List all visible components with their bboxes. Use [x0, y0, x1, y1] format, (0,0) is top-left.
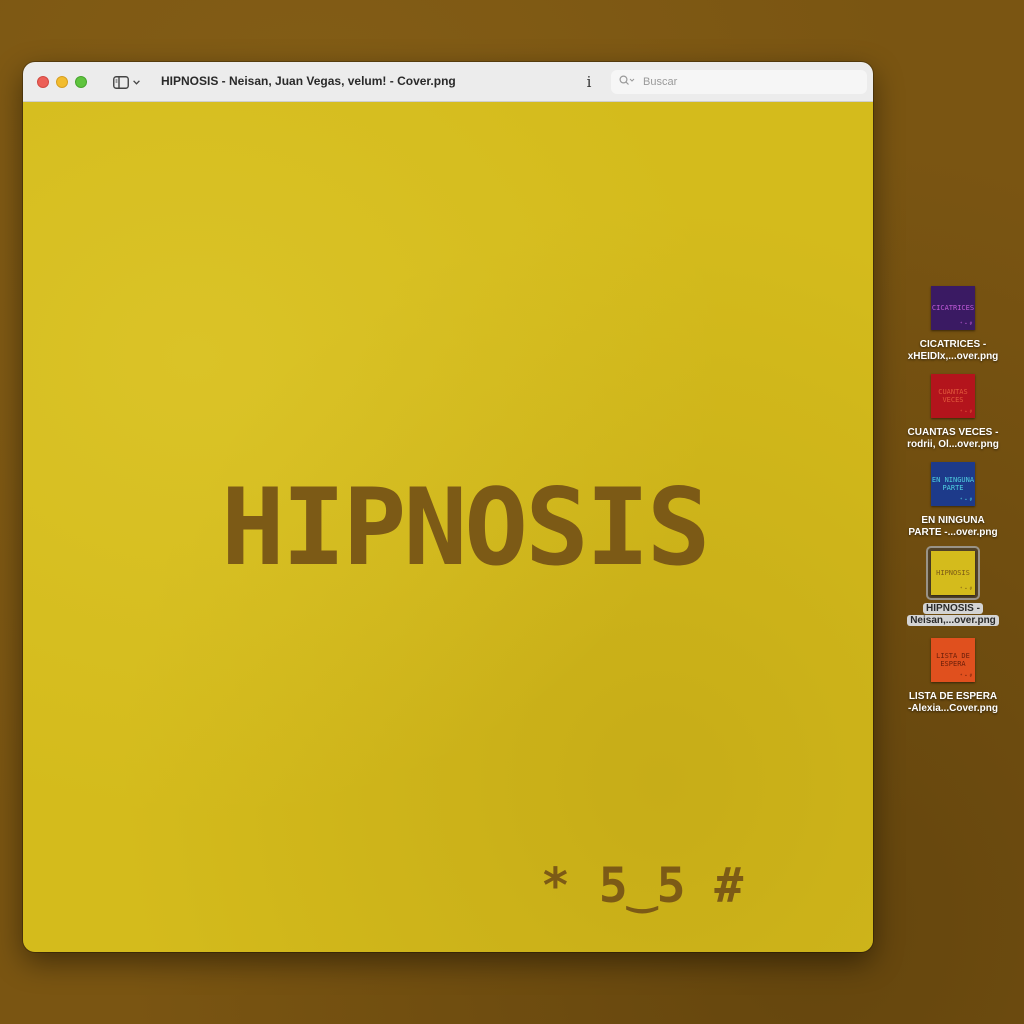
- info-icon[interactable]: i: [579, 72, 599, 92]
- desktop-file[interactable]: EN NINGUNA PARTE * • # EN NINGUNA PARTE -..…: [898, 462, 1008, 539]
- file-thumbnail: EN NINGUNA PARTE * • #: [931, 462, 975, 506]
- file-name-line: CUANTAS VECES -: [907, 427, 999, 438]
- file-name-line: rodrii, Ol...over.png: [907, 439, 999, 450]
- file-name-line: LISTA DE ESPERA: [908, 691, 998, 702]
- zoom-button[interactable]: [75, 76, 87, 88]
- search-icon: [611, 73, 635, 91]
- file-name-line: xHEIDIx,...over.png: [907, 351, 999, 362]
- file-name-line: Neisan,...over.png: [907, 615, 999, 626]
- file-name-line: HIPNOSIS -: [923, 603, 983, 614]
- desktop-file[interactable]: CICATRICES * • # CICATRICES - xHEIDIx,...ov…: [898, 286, 1008, 363]
- cover-mark: * 5‿5 #: [541, 858, 744, 914]
- preview-window: HIPNOSIS - Neisan, Juan Vegas, velum! - …: [23, 62, 873, 952]
- file-name-label: EN NINGUNA PARTE -...over.png: [898, 515, 1008, 539]
- cover-title: HIPNOSIS: [221, 466, 711, 589]
- minimize-button[interactable]: [56, 76, 68, 88]
- file-name-label: CICATRICES - xHEIDIx,...over.png: [898, 339, 1008, 363]
- file-name-label: CUANTAS VECES - rodrii, Ol...over.png: [898, 427, 1008, 451]
- title-bar: HIPNOSIS - Neisan, Juan Vegas, velum! - …: [23, 62, 873, 102]
- file-thumbnail: HIPNOSIS * • #: [931, 551, 975, 595]
- file-thumbnail: CICATRICES * • #: [931, 286, 975, 330]
- selection-highlight: HIPNOSIS * • #: [926, 546, 980, 600]
- sidebar-icon: [112, 75, 129, 89]
- file-thumbnail: CUANTAS VECES * • #: [931, 374, 975, 418]
- search-input[interactable]: [641, 75, 845, 89]
- thumbnail-text: EN NINGUNA PARTE: [931, 476, 975, 492]
- desktop-file[interactable]: CUANTAS VECES * • # CUANTAS VECES - rodrii,…: [898, 374, 1008, 451]
- thumbnail-text: HIPNOSIS: [936, 569, 970, 577]
- thumbnail-mark: * • #: [959, 497, 972, 502]
- file-name-line: CICATRICES -: [919, 339, 987, 350]
- thumbnail-mark: * • #: [959, 409, 972, 414]
- image-canvas: HIPNOSIS * 5‿5 #: [23, 102, 873, 952]
- thumbnail-text: LISTA DE ESPERA: [936, 652, 970, 668]
- search-field[interactable]: [611, 70, 867, 94]
- file-name-line: -Alexia...Cover.png: [907, 703, 999, 714]
- thumbnail-text: CUANTAS VECES: [938, 388, 968, 404]
- file-name-label: HIPNOSIS - Neisan,...over.png: [898, 603, 1008, 627]
- file-name-line: PARTE -...over.png: [908, 527, 998, 538]
- file-name-label: LISTA DE ESPERA -Alexia...Cover.png: [898, 691, 1008, 715]
- thumbnail-text: CICATRICES: [931, 304, 975, 312]
- thumbnail-mark: * • #: [959, 321, 972, 326]
- chevron-down-icon: [132, 79, 140, 85]
- thumbnail-mark: * • #: [959, 673, 972, 678]
- close-button[interactable]: [37, 76, 49, 88]
- file-thumbnail: LISTA DE ESPERA * • #: [931, 638, 975, 682]
- desktop-file[interactable]: LISTA DE ESPERA * • # LISTA DE ESPERA -Alex…: [898, 638, 1008, 715]
- sidebar-toggle-button[interactable]: [109, 71, 143, 93]
- thumbnail-mark: * • #: [959, 586, 972, 591]
- document-title: HIPNOSIS - Neisan, Juan Vegas, velum! - …: [161, 74, 456, 88]
- file-name-line: EN NINGUNA: [921, 515, 985, 526]
- desktop-file[interactable]: HIPNOSIS * • # HIPNOSIS - Neisan,...over.pn…: [898, 546, 1008, 627]
